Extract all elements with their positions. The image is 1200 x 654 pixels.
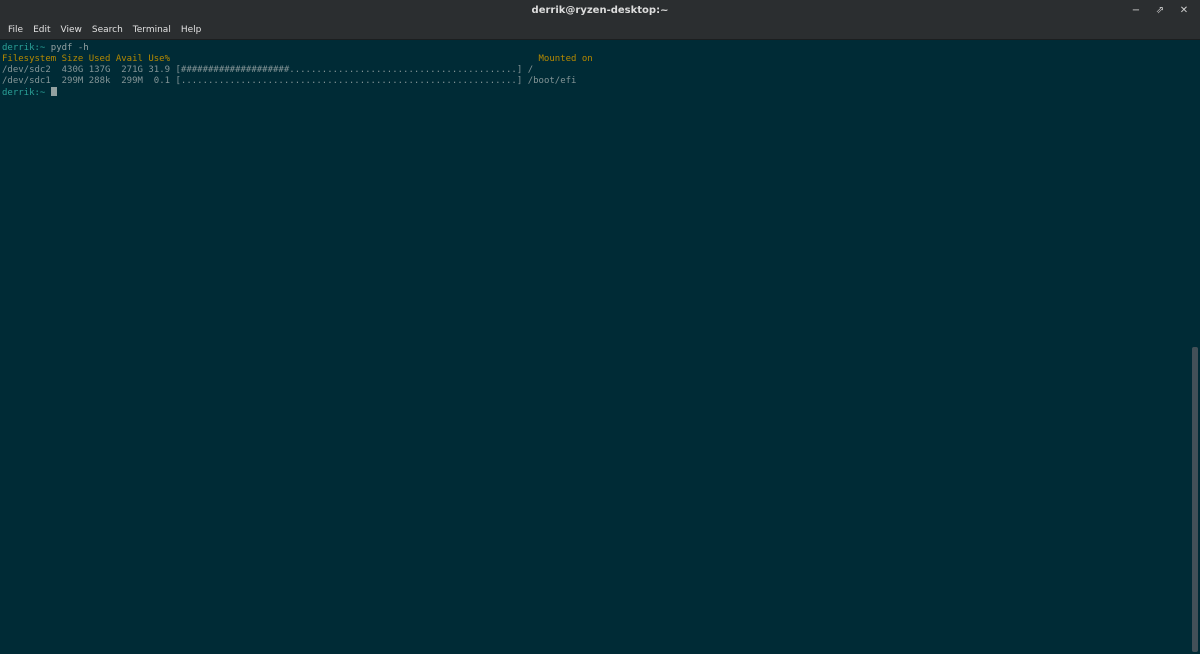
scrollbar[interactable] [1190, 41, 1200, 654]
close-icon[interactable]: ✕ [1178, 5, 1190, 17]
shell-prompt: derrik:~ [2, 43, 51, 53]
window-controls: − ⇗ ✕ [1130, 0, 1190, 21]
row-avail: 299M [121, 76, 143, 86]
row-size: 430G [61, 65, 84, 75]
row-size: 299M [61, 76, 84, 86]
header-avail: Avail [115, 54, 143, 64]
menu-view[interactable]: View [56, 25, 87, 35]
row-use-pct: 0.1 [153, 76, 171, 86]
row-mounted-on: / [527, 65, 534, 75]
active-prompt-line: derrik:~ [2, 87, 1190, 98]
menu-edit[interactable]: Edit [28, 25, 55, 35]
menu-help[interactable]: Help [176, 25, 207, 35]
header-mounted-on: Mounted on [538, 54, 593, 64]
header-used: Used [88, 54, 111, 64]
command-line: derrik:~ pydf -h [2, 43, 1190, 54]
minimize-icon[interactable]: − [1130, 5, 1142, 17]
row-filesystem: /dev/sdc1 [2, 76, 51, 86]
usage-bar: [.......................................… [175, 76, 523, 86]
terminal-output[interactable]: derrik:~ pydf -h Filesystem Size Used Av… [0, 41, 1190, 654]
terminal-window: derrik@ryzen-desktop:~ − ⇗ ✕ File Edit V… [0, 0, 1200, 654]
shell-prompt: derrik:~ [2, 88, 51, 98]
row-filesystem: /dev/sdc2 [2, 65, 51, 75]
title-bar[interactable]: derrik@ryzen-desktop:~ − ⇗ ✕ [0, 0, 1200, 21]
menu-file[interactable]: File [3, 25, 28, 35]
header-use-pct: Use% [148, 54, 171, 64]
scrollbar-thumb[interactable] [1192, 347, 1198, 652]
row-use-pct: 31.9 [148, 65, 171, 75]
menu-terminal[interactable]: Terminal [128, 25, 176, 35]
maximize-icon[interactable]: ⇗ [1154, 5, 1166, 17]
header-filesystem: Filesystem [2, 54, 57, 64]
row-used: 288k [88, 76, 111, 86]
text-cursor [50, 87, 57, 96]
row-mounted-on: /boot/efi [527, 76, 577, 86]
menu-bar: File Edit View Search Terminal Help [0, 21, 1200, 40]
table-row: /dev/sdc1 299M 288k 299M 0.1 [..........… [2, 76, 1190, 87]
header-size: Size [61, 54, 84, 64]
usage-bar: [####################...................… [175, 65, 523, 75]
table-row: /dev/sdc2 430G 137G 271G 31.9 [#########… [2, 65, 1190, 76]
window-title: derrik@ryzen-desktop:~ [531, 5, 669, 16]
row-avail: 271G [121, 65, 143, 75]
table-header: Filesystem Size Used Avail Use% Mounted … [2, 54, 1190, 65]
command-text: pydf -h [50, 43, 89, 53]
menu-search[interactable]: Search [87, 25, 128, 35]
row-used: 137G [88, 65, 111, 75]
